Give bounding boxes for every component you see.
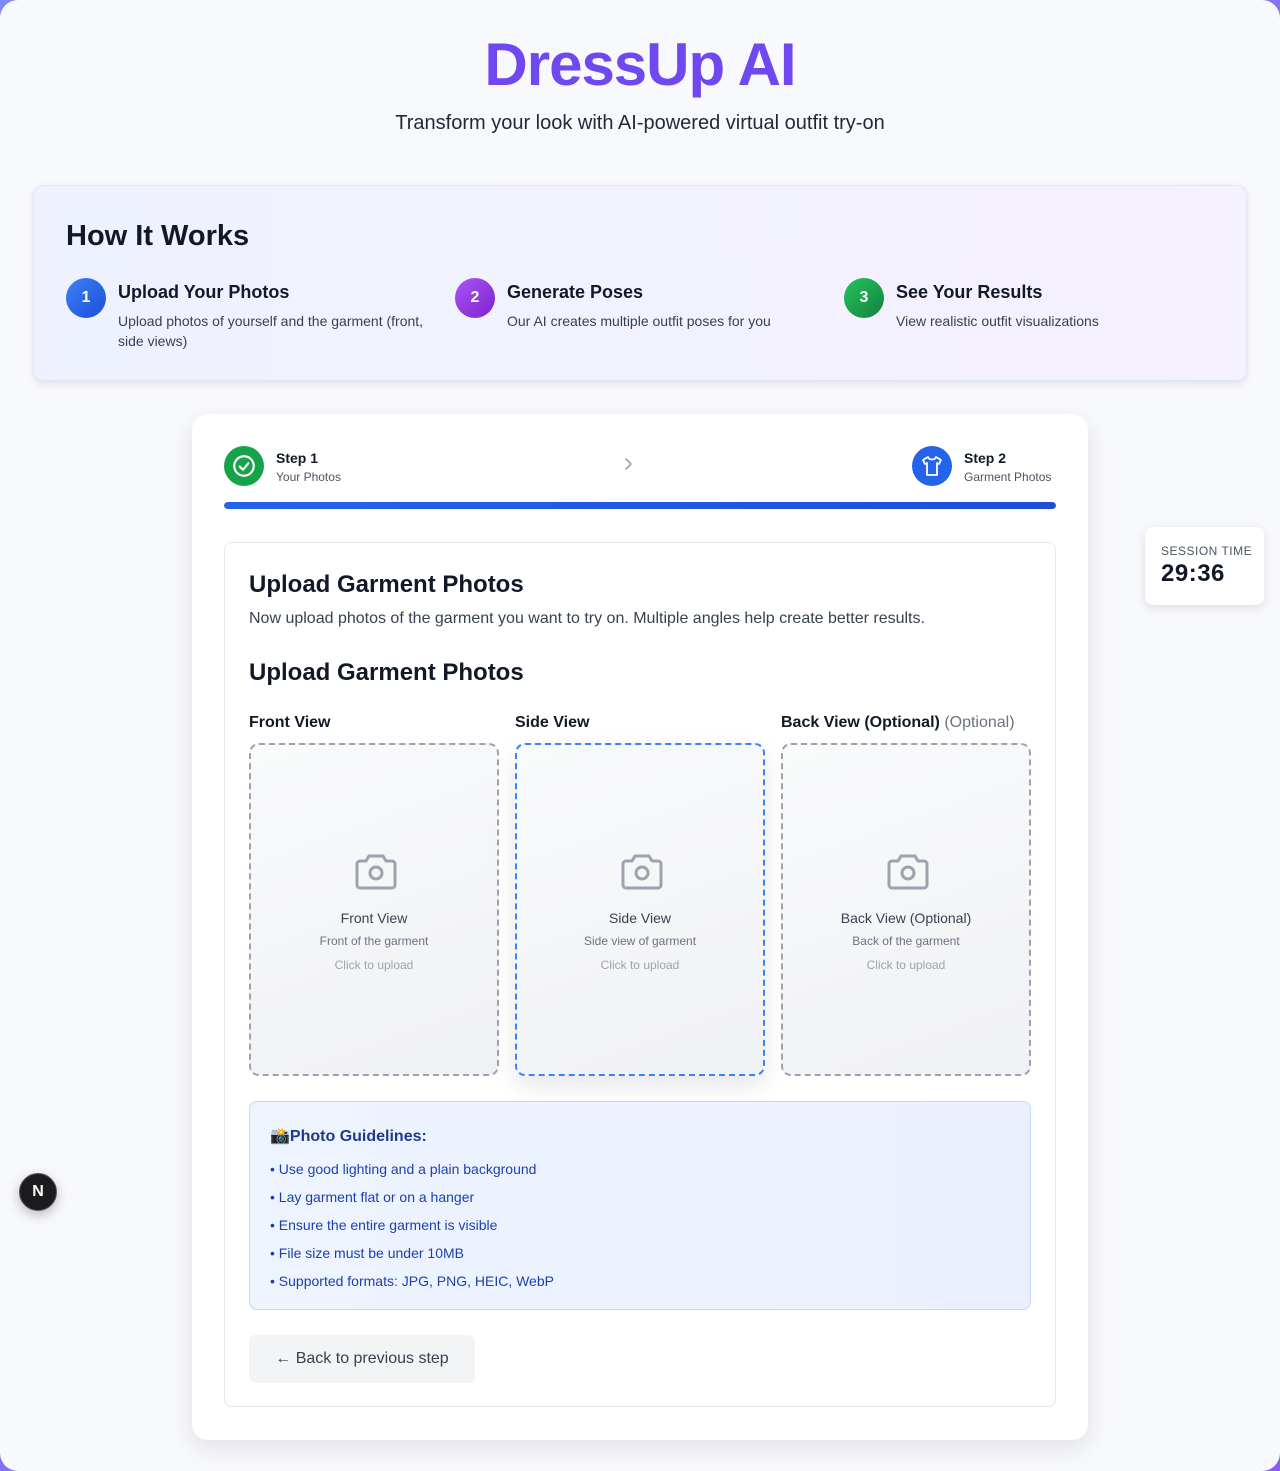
step-1-label: Step 1 [276, 450, 319, 466]
page: DressUp AI Transform your look with AI-p… [0, 0, 1280, 1471]
how-step-description: View realistic outfit visualizations [896, 313, 1099, 329]
dropzone-description: Front of the garment [319, 934, 429, 948]
session-timer: SESSION TIME 29:36 [1145, 527, 1264, 605]
optional-tag: (Optional) [944, 714, 1015, 731]
upload-section-title: Upload Garment Photos [249, 659, 524, 686]
app-subtitle: Transform your look with AI-powered virt… [395, 112, 885, 134]
camera-icon [353, 852, 399, 897]
how-step-description: Upload photos of yourself and the garmen… [118, 313, 424, 349]
step-number-badge: 3 [844, 278, 884, 318]
session-label: SESSION TIME [1161, 544, 1253, 558]
camera-icon [885, 852, 931, 897]
progress-fill [224, 502, 1056, 509]
dropzone-title: Side View [608, 910, 671, 926]
session-time: 29:36 [1161, 560, 1225, 587]
side-view-dropzone[interactable]: Side View Side view of garment Click to … [515, 743, 765, 1076]
guideline-item: Ensure the entire garment is visible [270, 1215, 554, 1243]
shirt-icon [912, 446, 952, 486]
step-number-badge: 1 [66, 278, 106, 318]
camera-icon [619, 852, 665, 897]
guidelines-list: Use good lighting and a plain background… [270, 1159, 554, 1299]
step-1-sublabel: Your Photos [276, 470, 341, 484]
dropzone-description: Side view of garment [583, 934, 697, 948]
guideline-item: Lay garment flat or on a hanger [270, 1187, 554, 1215]
step-2-sublabel: Garment Photos [964, 470, 1052, 484]
dropzone-hint: Click to upload [334, 958, 414, 972]
back-view-dropzone[interactable]: Back View (Optional) Back of the garment… [781, 743, 1031, 1076]
nextjs-logo-icon: N [32, 1183, 44, 1200]
dropzone-title: Back View (Optional) [840, 910, 972, 926]
wizard-card: Step 1 Your Photos Step 2 Garment Photos… [192, 414, 1088, 1440]
back-button-label: ← Back to previous step [275, 1350, 449, 1367]
dropzone-title: Front View [340, 910, 408, 926]
app-title: DressUp AI [484, 31, 796, 98]
how-step-title: Generate Poses [507, 282, 644, 302]
front-view-label: Front View [249, 714, 331, 731]
step-2-label: Step 2 [964, 450, 1007, 466]
back-button[interactable]: ← Back to previous step [249, 1335, 475, 1383]
upload-title: Upload Garment Photos [249, 571, 524, 598]
dropzone-hint: Click to upload [600, 958, 680, 972]
how-step-title: Upload Your Photos [118, 282, 290, 302]
how-it-works-panel: How It Works 1 Upload Your Photos Upload… [33, 185, 1247, 381]
how-step-description: Our AI creates multiple outfit poses for… [507, 313, 771, 329]
photo-guidelines: 📸Photo Guidelines: Use good lighting and… [249, 1101, 1031, 1310]
nextjs-dev-badge[interactable]: N [19, 1173, 57, 1211]
guideline-item: Supported formats: JPG, PNG, HEIC, WebP [270, 1271, 554, 1299]
dropzone-description: Back of the garment [852, 934, 960, 948]
guidelines-title: 📸Photo Guidelines: [270, 1128, 427, 1145]
back-view-label: Back View (Optional) (Optional) [781, 714, 1015, 731]
check-circle-icon [224, 446, 264, 486]
guideline-item: File size must be under 10MB [270, 1243, 554, 1271]
step-number-badge: 2 [455, 278, 495, 318]
how-step-title: See Your Results [896, 282, 1043, 302]
how-it-works-title: How It Works [66, 220, 250, 252]
dropzone-hint: Click to upload [866, 958, 946, 972]
side-view-label: Side View [515, 714, 590, 731]
progress-bar [224, 502, 1056, 509]
chevron-right-icon [620, 456, 636, 477]
upload-panel: Upload Garment Photos Now upload photos … [224, 542, 1056, 1407]
upload-intro: Now upload photos of the garment you wan… [249, 610, 925, 627]
front-view-dropzone[interactable]: Front View Front of the garment Click to… [249, 743, 499, 1076]
guideline-item: Use good lighting and a plain background [270, 1159, 554, 1187]
